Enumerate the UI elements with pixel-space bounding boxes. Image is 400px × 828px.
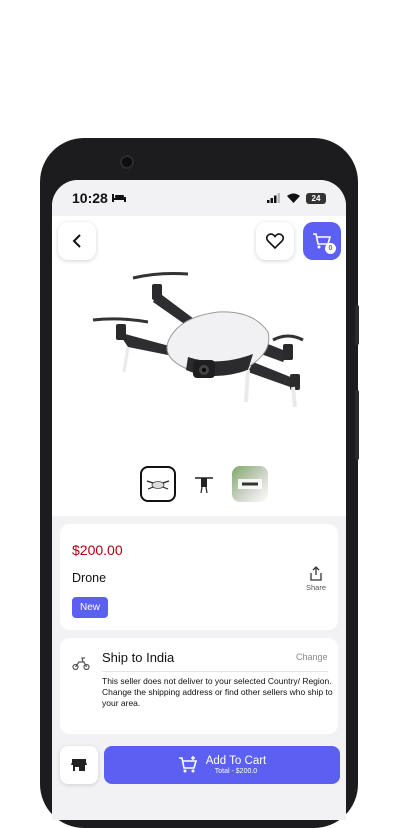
product-price: $200.00 bbox=[72, 542, 123, 558]
divider bbox=[102, 671, 328, 672]
cart-button[interactable]: 0 bbox=[303, 222, 341, 260]
heart-icon bbox=[266, 233, 284, 249]
store-button[interactable] bbox=[60, 746, 98, 784]
phone-side-button bbox=[355, 305, 359, 345]
change-link[interactable]: Change bbox=[296, 652, 328, 662]
product-info-card: $200.00 Drone New Share bbox=[60, 524, 338, 630]
sleep-mode-icon bbox=[111, 194, 126, 202]
cart-count-badge: 0 bbox=[325, 243, 336, 254]
share-button[interactable]: Share bbox=[302, 566, 330, 592]
drone-thumbnail-icon bbox=[146, 480, 170, 490]
product-gallery: 0 bbox=[52, 216, 346, 516]
phantom-box-thumbnail-icon bbox=[238, 479, 262, 489]
share-label: Share bbox=[305, 583, 326, 592]
product-image bbox=[92, 272, 304, 408]
store-icon bbox=[71, 759, 87, 771]
favorite-button[interactable] bbox=[256, 222, 294, 260]
product-name: Drone bbox=[72, 571, 107, 585]
add-to-cart-label: Add To Cart bbox=[205, 755, 267, 767]
shipping-message: This seller does not deliver to your sel… bbox=[102, 676, 333, 708]
phone-volume-button bbox=[355, 390, 359, 460]
ship-to-title: Ship to India bbox=[102, 650, 175, 665]
thumbnail-1[interactable] bbox=[140, 466, 176, 502]
chevron-left-icon bbox=[72, 234, 81, 248]
cart-total-label: Total - $200.0 bbox=[214, 768, 258, 775]
shipping-card: Ship to India Change This seller does no… bbox=[60, 638, 338, 734]
add-to-cart-button[interactable]: Add To Cart Total - $200.0 bbox=[104, 746, 340, 784]
thumbnail-3[interactable] bbox=[232, 466, 268, 502]
add-to-cart-icon bbox=[178, 756, 197, 773]
status-icons: 24 bbox=[267, 192, 326, 204]
drone-front-thumbnail-icon bbox=[195, 477, 213, 494]
back-button[interactable] bbox=[58, 222, 96, 260]
wifi-icon bbox=[287, 193, 300, 203]
front-camera bbox=[120, 155, 134, 169]
signal-icon bbox=[267, 193, 280, 203]
bottom-action-bar: Add To Cart Total - $200.0 bbox=[52, 740, 346, 820]
app-screen: 10:28 24 0 $200.00 Drone New Share Ship … bbox=[52, 180, 346, 820]
status-bar: 10:28 24 bbox=[52, 180, 346, 216]
battery-icon: 24 bbox=[306, 192, 326, 204]
thumbnail-2[interactable] bbox=[186, 466, 222, 502]
share-icon bbox=[310, 566, 322, 581]
scooter-icon bbox=[72, 657, 90, 670]
status-time: 10:28 bbox=[72, 190, 108, 206]
condition-badge: New bbox=[72, 597, 109, 618]
thumbnail-strip bbox=[140, 466, 268, 502]
